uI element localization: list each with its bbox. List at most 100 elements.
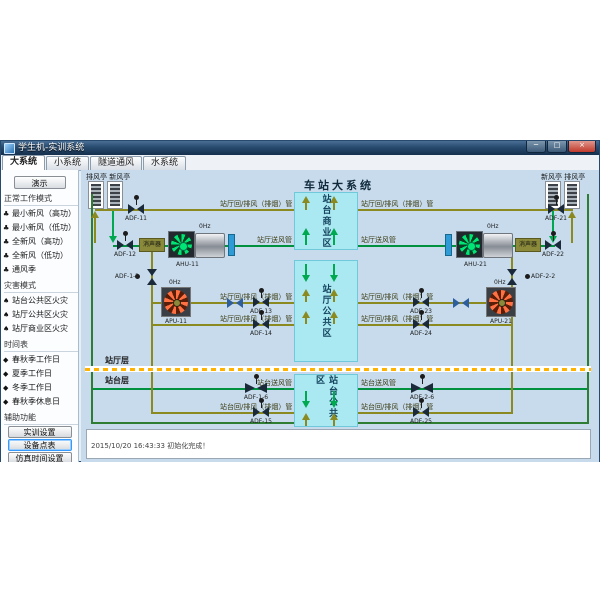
mode-full-fresh-high[interactable]: ♣全新风（高功） [3,235,78,249]
ahu-left-frequency: 0Hz [199,223,210,230]
section-schedule: 时间表 [4,339,78,352]
tab-tunnel-vent[interactable]: 隧道通风 [90,156,142,170]
fire-icon: ♠ [3,294,12,308]
zone-exhaust-arrow [302,413,310,426]
silencer-box: 消声器 [139,238,165,252]
event-log-panel[interactable]: 2015/10/20 16:43:33 初始化完成！ [86,429,591,459]
zone-exhaust-arrow [330,289,338,302]
log-message: 2015/10/20 16:43:33 初始化完成！ [91,441,209,451]
training-settings-button[interactable]: 实训设置 [8,426,72,438]
zone-exhaust-arrow [330,196,338,210]
tab-small-system[interactable]: 小系统 [46,156,89,170]
device-point-table-button[interactable]: 设备点表 [8,439,72,451]
zone-supply-arrow [330,264,338,282]
ahu-left-label: AHU-11 [176,261,199,268]
hall-floor-label: 站厅层 [105,355,129,366]
demo-button[interactable]: 演示 [14,176,66,189]
fire-platform-public[interactable]: ♠站台公共区火灾 [3,294,78,308]
mode-min-fresh-high[interactable]: ♣最小新风（高功） [3,207,78,221]
right-outer-loop-line [587,194,589,424]
zone-exhaust-arrow [330,311,338,324]
damper-bowtie-icon [147,269,157,285]
tab-strip: 大系统 小系统 隧道通风 水系统 [1,155,599,171]
zone-exhaust-arrow [302,289,310,302]
window-title: 学生机-实训系统 [18,141,84,155]
fire-icon: ♠ [3,308,12,322]
sched-summer-workday[interactable]: ◆夏季工作日 [3,367,78,381]
clock-icon: ◆ [3,367,12,381]
clock-icon: ◆ [3,381,12,395]
damper-bowtie-icon [117,240,133,250]
damper-bowtie-icon [253,297,269,307]
zone-exhaust-arrow [330,413,338,426]
damper-bowtie-icon [507,269,517,285]
silencer-box: 消声器 [515,238,541,252]
damper-bowtie-icon [413,319,429,329]
floor-divider-dashes [85,368,591,371]
fan-mode-icon: ♣ [3,263,12,277]
zone-supply-arrow [302,228,310,245]
tab-big-system[interactable]: 大系统 [2,155,45,170]
damper-bowtie-icon [413,407,429,417]
return-fan-right-label: APU-21 [490,318,512,325]
freshair-shaft-icon [107,181,123,209]
return-fan-right-stopped[interactable] [486,287,516,317]
fire-hall-public[interactable]: ♠站厅公共区火灾 [3,308,78,322]
zone-supply-arrow [302,391,310,408]
pipe-label-hall-exhaust: 站厅回/排风（排烟）管 [220,200,292,208]
floor-divider [85,366,591,372]
damper-bowtie-icon [253,319,269,329]
return-fan-left-label: APU-11 [165,318,187,325]
check-damper-icon [453,298,469,308]
damper-ADF-1-2-vertical[interactable]: ADF-1-2 [141,266,163,288]
mode-vent-season[interactable]: ♣通风季 [3,263,78,277]
ahu-left-running[interactable] [168,231,224,259]
damper-bowtie-icon [411,383,433,393]
sim-time-settings-button[interactable]: 仿真时间设置 [8,452,72,462]
fan-mode-icon: ♣ [3,235,12,249]
mode-min-fresh-low[interactable]: ♣最小新风（低功） [3,221,78,235]
damper-actuator-icon [525,274,530,279]
pipe-label-platform-supply: 站台送风管 [361,379,396,387]
screenshot-stage: 学生机-实训系统 ─ □ × 大系统 小系统 隧道通风 水系统 演示 正常工作模… [0,0,600,600]
fan-mode-icon: ♣ [3,249,12,263]
sched-springfall-holiday[interactable]: ◆春秋季休息日 [3,395,78,409]
minimize-button[interactable]: ─ [526,141,546,153]
damper-bowtie-icon [545,240,561,250]
app-icon [4,143,15,154]
fan-mode-icon: ♣ [3,207,12,221]
mode-full-fresh-low[interactable]: ♣全新风（低功） [3,249,78,263]
fire-icon: ♠ [3,322,12,336]
return-fan-left-frequency: 0Hz [169,279,180,286]
exhaust-out-arrow [91,211,99,243]
zone-supply-arrow [330,228,338,245]
sched-winter-workday[interactable]: ◆冬季工作日 [3,381,78,395]
ahu-body [195,233,225,258]
check-damper-icon [227,298,243,308]
pipe-label-hall-supply: 站厅送风管 [361,236,396,244]
damper-bowtie-icon [548,204,564,214]
tab-water-system[interactable]: 水系统 [143,156,186,170]
close-button[interactable]: × [568,141,596,153]
zone-exhaust-arrow [302,196,310,210]
sched-springfall-workday[interactable]: ◆春秋季工作日 [3,353,78,367]
title-bar: 学生机-实训系统 ─ □ × [1,141,599,155]
return-fan-left-stopped[interactable] [161,287,191,317]
fan-mode-icon: ♣ [3,221,12,235]
fire-hall-commercial[interactable]: ♠站厅商业区火灾 [3,322,78,336]
zone-supply-arrow [302,264,310,282]
section-disaster-mode: 灾害模式 [4,280,78,293]
app-window: 学生机-实训系统 ─ □ × 大系统 小系统 隧道通风 水系统 演示 正常工作模… [0,140,600,462]
maximize-button[interactable]: □ [547,141,567,153]
zone-exhaust-arrow [302,311,310,324]
duct-connector [445,234,452,256]
ahu-right-label: AHU-21 [464,261,487,268]
section-auxiliary: 辅助功能 [4,412,78,425]
damper-bowtie-icon [128,204,144,214]
pipe-label-hall-exhaust: 站厅回/排风（排烟）管 [361,200,433,208]
exhaust-shaft-icon [564,181,580,209]
clock-icon: ◆ [3,395,12,409]
fan-wheel-running-icon [168,231,195,258]
ahu-right-frequency: 0Hz [487,223,498,230]
ahu-right-running[interactable] [456,231,512,259]
